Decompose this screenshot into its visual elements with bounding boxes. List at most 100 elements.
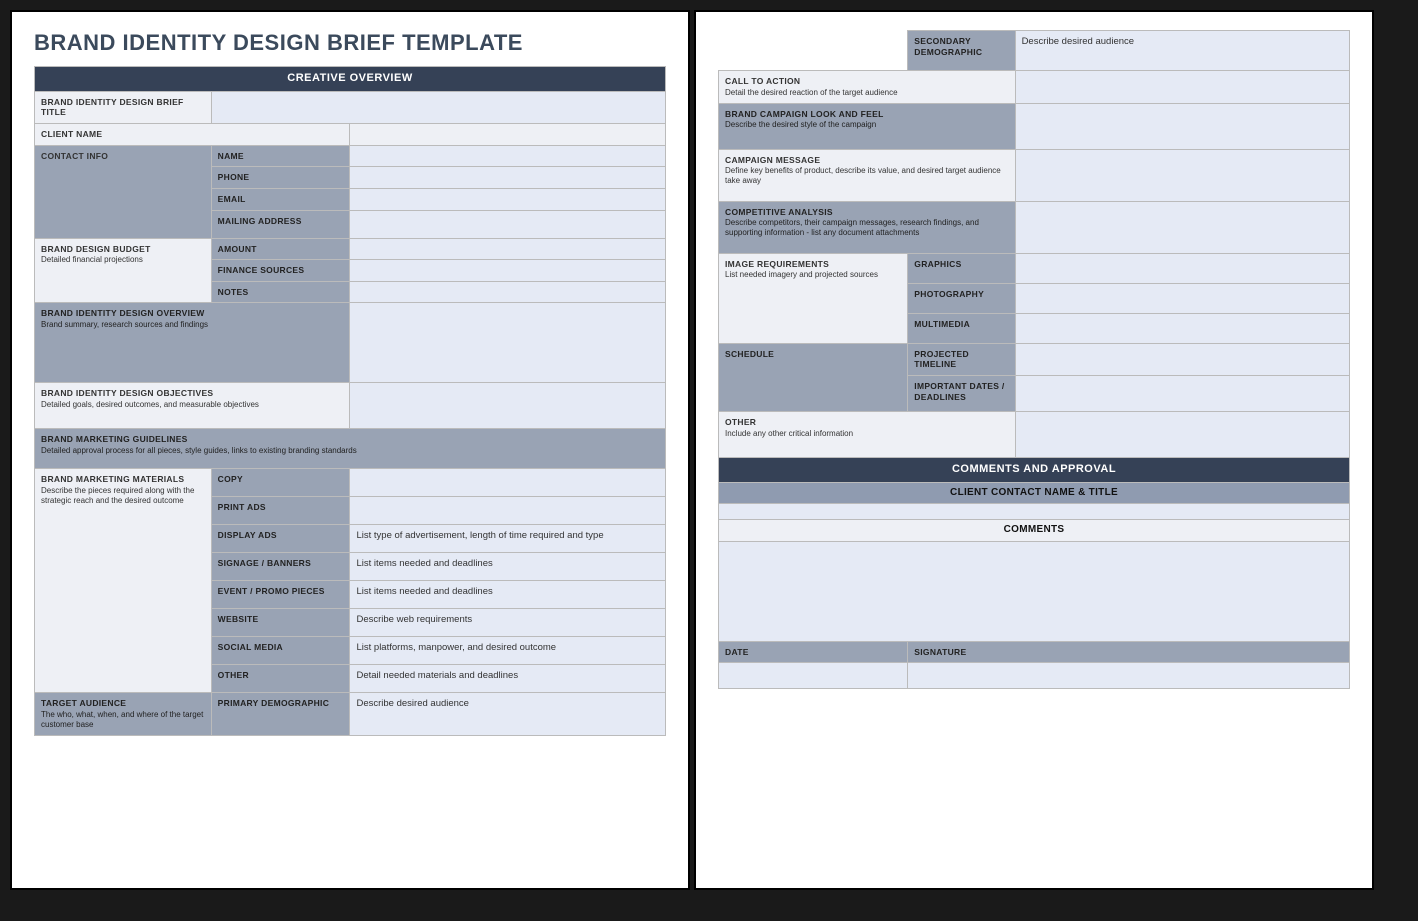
client-contact-field[interactable] xyxy=(719,504,1350,520)
schedule-label: SCHEDULE xyxy=(719,343,908,411)
materials-social-field[interactable]: List platforms, manpower, and desired ou… xyxy=(350,637,666,665)
materials-website-field[interactable]: Describe web requirements xyxy=(350,609,666,637)
cta-field[interactable] xyxy=(1015,71,1349,104)
brief-title-label: BRAND IDENTITY DESIGN BRIEF TITLE xyxy=(35,91,212,123)
materials-signage-label: SIGNAGE / BANNERS xyxy=(211,553,350,581)
message-label: CAMPAIGN MESSAGE Define key benefits of … xyxy=(719,149,1016,201)
overview-sub: Brand summary, research sources and find… xyxy=(41,320,343,330)
image-multimedia-field[interactable] xyxy=(1015,313,1349,343)
comments-header: COMMENTS xyxy=(719,520,1350,542)
competitive-title: COMPETITIVE ANALYSIS xyxy=(725,207,833,217)
materials-print-field[interactable] xyxy=(350,497,666,525)
client-name-label: CLIENT NAME xyxy=(35,124,350,146)
schedule-dates-field[interactable] xyxy=(1015,375,1349,411)
materials-other-field[interactable]: Detail needed materials and deadlines xyxy=(350,665,666,693)
objectives-field[interactable] xyxy=(350,383,666,429)
competitive-label: COMPETITIVE ANALYSIS Describe competitor… xyxy=(719,201,1016,253)
audience-title: TARGET AUDIENCE xyxy=(41,698,126,708)
materials-event-field[interactable]: List items needed and deadlines xyxy=(350,581,666,609)
materials-other-label: OTHER xyxy=(211,665,350,693)
document-title: BRAND IDENTITY DESIGN BRIEF TEMPLATE xyxy=(34,30,666,56)
contact-name-field[interactable] xyxy=(350,145,666,167)
materials-event-label: EVENT / PROMO PIECES xyxy=(211,581,350,609)
look-title: BRAND CAMPAIGN LOOK AND FEEL xyxy=(725,109,884,119)
competitive-field[interactable] xyxy=(1015,201,1349,253)
cta-sub: Detail the desired reaction of the targe… xyxy=(725,88,1009,98)
materials-print-label: PRINT ADS xyxy=(211,497,350,525)
date-label: DATE xyxy=(719,641,908,663)
client-contact-header: CLIENT CONTACT NAME & TITLE xyxy=(719,482,1350,504)
brief-title-field[interactable] xyxy=(211,91,665,123)
materials-social-label: SOCIAL MEDIA xyxy=(211,637,350,665)
budget-amount-label: AMOUNT xyxy=(211,238,350,260)
audience-sub: The who, what, when, and where of the ta… xyxy=(41,710,205,730)
page-1: BRAND IDENTITY DESIGN BRIEF TEMPLATE CRE… xyxy=(10,10,690,890)
budget-notes-label: NOTES xyxy=(211,281,350,303)
budget-title: BRAND DESIGN BUDGET xyxy=(41,244,151,254)
materials-display-label: DISPLAY ADS xyxy=(211,525,350,553)
objectives-label: BRAND IDENTITY DESIGN OBJECTIVES Detaile… xyxy=(35,383,350,429)
contact-name-label: NAME xyxy=(211,145,350,167)
schedule-timeline-field[interactable] xyxy=(1015,343,1349,375)
budget-notes-field[interactable] xyxy=(350,281,666,303)
other-field[interactable] xyxy=(1015,411,1349,457)
cta-label: CALL TO ACTION Detail the desired reacti… xyxy=(719,71,1016,104)
look-field[interactable] xyxy=(1015,103,1349,149)
look-sub: Describe the desired style of the campai… xyxy=(725,120,1009,130)
guidelines-title: BRAND MARKETING GUIDELINES xyxy=(41,434,188,444)
materials-title: BRAND MARKETING MATERIALS xyxy=(41,474,184,484)
objectives-sub: Detailed goals, desired outcomes, and me… xyxy=(41,400,343,410)
message-field[interactable] xyxy=(1015,149,1349,201)
image-title: IMAGE REQUIREMENTS xyxy=(725,259,829,269)
audience-label: TARGET AUDIENCE The who, what, when, and… xyxy=(35,693,212,736)
overview-label: BRAND IDENTITY DESIGN OVERVIEW Brand sum… xyxy=(35,303,350,383)
schedule-timeline-label: PROJECTED TIMELINE xyxy=(908,343,1015,375)
budget-finance-label: FINANCE SOURCES xyxy=(211,260,350,282)
materials-website-label: WEBSITE xyxy=(211,609,350,637)
materials-label: BRAND MARKETING MATERIALS Describe the p… xyxy=(35,469,212,693)
budget-amount-field[interactable] xyxy=(350,238,666,260)
overview-field[interactable] xyxy=(350,303,666,383)
image-sub: List needed imagery and projected source… xyxy=(725,270,901,280)
contact-mailing-label: MAILING ADDRESS xyxy=(211,210,350,238)
materials-display-field[interactable]: List type of advertisement, length of ti… xyxy=(350,525,666,553)
audience-secondary-field[interactable]: Describe desired audience xyxy=(1015,31,1349,71)
document-spread: BRAND IDENTITY DESIGN BRIEF TEMPLATE CRE… xyxy=(10,10,1408,890)
image-photo-label: PHOTOGRAPHY xyxy=(908,283,1015,313)
cta-title: CALL TO ACTION xyxy=(725,76,800,86)
signature-label: SIGNATURE xyxy=(908,641,1350,663)
materials-signage-field[interactable]: List items needed and deadlines xyxy=(350,553,666,581)
materials-copy-label: COPY xyxy=(211,469,350,497)
section-header-creative: CREATIVE OVERVIEW xyxy=(35,67,666,92)
image-photo-field[interactable] xyxy=(1015,283,1349,313)
schedule-dates-label: IMPORTANT DATES / DEADLINES xyxy=(908,375,1015,411)
signature-field[interactable] xyxy=(908,663,1350,689)
continuation-table: SECONDARY DEMOGRAPHIC Describe desired a… xyxy=(718,30,1350,689)
budget-label: BRAND DESIGN BUDGET Detailed financial p… xyxy=(35,238,212,303)
other-info-label: OTHER Include any other critical informa… xyxy=(719,411,1016,457)
contact-email-field[interactable] xyxy=(350,188,666,210)
contact-phone-field[interactable] xyxy=(350,167,666,189)
section-header-comments: COMMENTS AND APPROVAL xyxy=(719,457,1350,482)
comments-field[interactable] xyxy=(719,541,1350,641)
other-sub: Include any other critical information xyxy=(725,429,1009,439)
budget-finance-field[interactable] xyxy=(350,260,666,282)
contact-email-label: EMAIL xyxy=(211,188,350,210)
contact-mailing-field[interactable] xyxy=(350,210,666,238)
guidelines-sub: Detailed approval process for all pieces… xyxy=(41,446,659,456)
message-sub: Define key benefits of product, describe… xyxy=(725,166,1009,186)
message-title: CAMPAIGN MESSAGE xyxy=(725,155,820,165)
date-field[interactable] xyxy=(719,663,908,689)
other-title: OTHER xyxy=(725,417,756,427)
competitive-sub: Describe competitors, their campaign mes… xyxy=(725,218,1009,238)
client-name-field[interactable] xyxy=(350,124,666,146)
materials-copy-field[interactable] xyxy=(350,469,666,497)
image-multimedia-label: MULTIMEDIA xyxy=(908,313,1015,343)
audience-primary-field[interactable]: Describe desired audience xyxy=(350,693,666,736)
image-label: IMAGE REQUIREMENTS List needed imagery a… xyxy=(719,253,908,343)
audience-label-cont xyxy=(719,31,908,71)
objectives-title: BRAND IDENTITY DESIGN OBJECTIVES xyxy=(41,388,213,398)
contact-phone-label: PHONE xyxy=(211,167,350,189)
image-graphics-field[interactable] xyxy=(1015,253,1349,283)
audience-primary-label: PRIMARY DEMOGRAPHIC xyxy=(211,693,350,736)
